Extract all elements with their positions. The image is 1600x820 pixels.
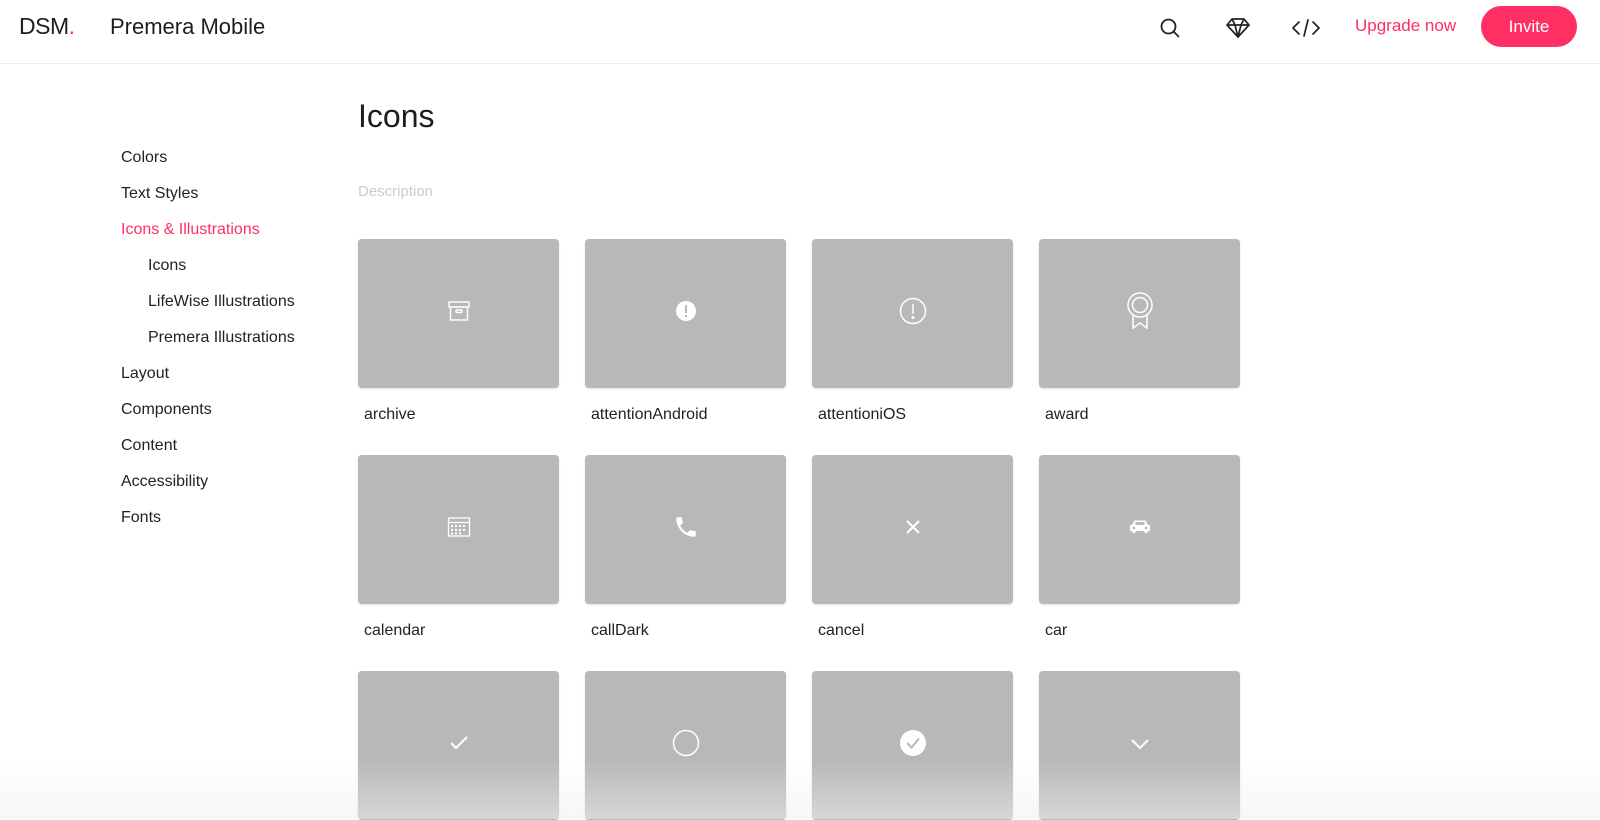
icon-label: archive	[364, 406, 416, 424]
logo-dot: .	[69, 13, 75, 39]
icon-tile-call-dark[interactable]	[585, 455, 786, 604]
icon-tile-car[interactable]	[1039, 455, 1240, 604]
icon-tile-award[interactable]	[1039, 239, 1240, 388]
sidebar-item-text-styles[interactable]: Text Styles	[121, 185, 198, 203]
icon-tile-archive[interactable]	[358, 239, 559, 388]
sidebar: Colors Text Styles Icons & Illustrations…	[0, 64, 340, 819]
icon-tile-attention-ios[interactable]	[812, 239, 1013, 388]
icon-tile-circle[interactable]	[585, 671, 786, 820]
top-bar: DSM. Premera Mobile Upgrade now Invite	[0, 0, 1600, 64]
icon-label: cancel	[818, 622, 864, 640]
search-icon[interactable]	[1156, 14, 1184, 42]
attention-filled-icon	[675, 300, 697, 327]
check-circle-icon	[899, 729, 927, 762]
icon-tile-attention-android[interactable]	[585, 239, 786, 388]
sidebar-item-fonts[interactable]: Fonts	[121, 509, 161, 527]
sidebar-subitem-lifewise-illustrations[interactable]: LifeWise Illustrations	[148, 293, 295, 311]
sidebar-item-content[interactable]: Content	[121, 437, 177, 455]
checkmark-icon	[449, 735, 469, 756]
icon-tile-cancel[interactable]	[812, 455, 1013, 604]
sidebar-item-components[interactable]: Components	[121, 401, 212, 419]
sidebar-item-icons-illustrations[interactable]: Icons & Illustrations	[121, 221, 260, 239]
attention-outline-icon	[899, 297, 927, 330]
code-icon[interactable]	[1292, 14, 1320, 42]
calendar-icon	[447, 516, 471, 543]
award-icon	[1126, 292, 1154, 335]
sidebar-item-colors[interactable]: Colors	[121, 149, 167, 167]
upgrade-link[interactable]: Upgrade now	[1355, 16, 1456, 36]
icon-tile-calendar[interactable]	[358, 455, 559, 604]
icon-label: callDark	[591, 622, 649, 640]
sidebar-item-accessibility[interactable]: Accessibility	[121, 473, 208, 491]
phone-icon	[673, 514, 699, 545]
sidebar-subitem-premera-illustrations[interactable]: Premera Illustrations	[148, 329, 295, 347]
icon-label: attentioniOS	[818, 406, 906, 424]
circle-icon	[672, 729, 700, 762]
description-field[interactable]: Description	[358, 183, 433, 200]
icon-label: award	[1045, 406, 1089, 424]
icon-label: calendar	[364, 622, 425, 640]
dsm-logo[interactable]: DSM.	[19, 13, 75, 40]
logo-text: DSM	[19, 13, 69, 39]
icon-tile-checkmark[interactable]	[358, 671, 559, 820]
icon-label: car	[1045, 622, 1067, 640]
archive-icon	[447, 300, 471, 327]
icon-tile-check-circle[interactable]	[812, 671, 1013, 820]
diamond-icon[interactable]	[1224, 14, 1252, 42]
icon-label: attentionAndroid	[591, 406, 708, 424]
project-name[interactable]: Premera Mobile	[110, 14, 265, 40]
close-icon	[905, 519, 921, 540]
invite-button[interactable]: Invite	[1481, 6, 1577, 47]
icon-tile-chevron-down[interactable]	[1039, 671, 1240, 820]
car-icon	[1128, 519, 1152, 540]
sidebar-item-layout[interactable]: Layout	[121, 365, 169, 383]
sidebar-subitem-icons[interactable]: Icons	[148, 257, 186, 275]
page-title: Icons	[358, 98, 434, 135]
chevron-down-icon	[1130, 737, 1150, 755]
